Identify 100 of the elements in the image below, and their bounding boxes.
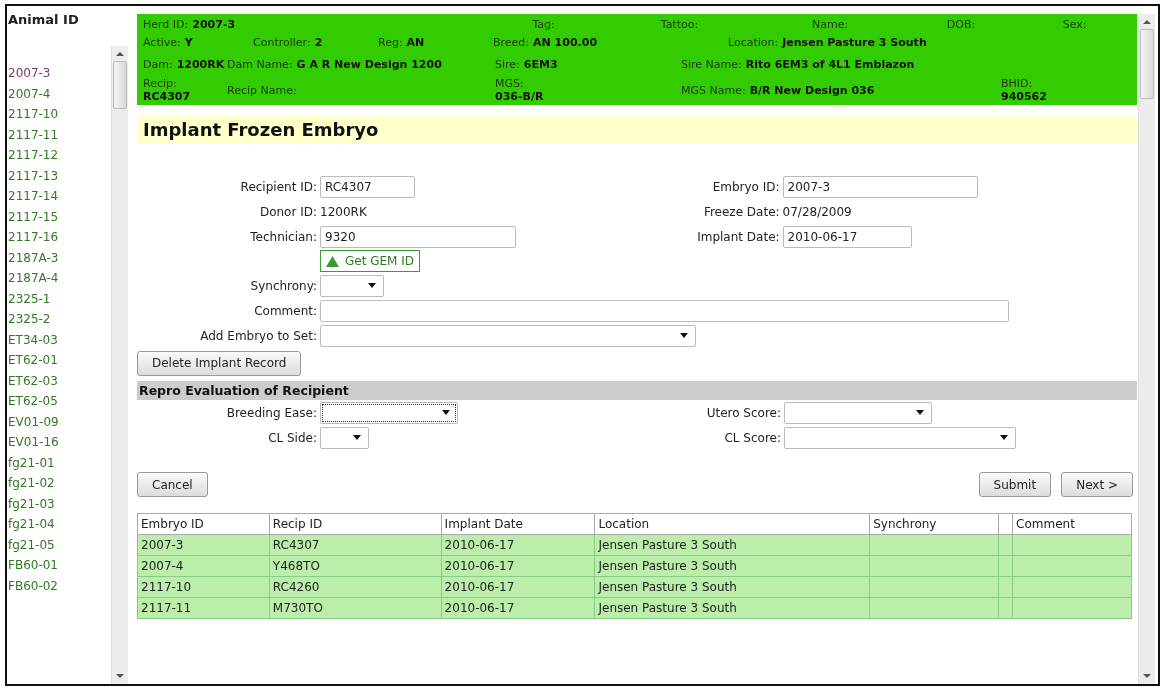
header-label: Controller: — [253, 35, 311, 49]
header-label: MGS: — [495, 77, 525, 90]
header-label: Herd ID: — [143, 18, 189, 31]
animal-id-link[interactable]: 2325-1 — [8, 291, 111, 312]
text-field[interactable]: RC4307 — [320, 175, 415, 198]
table-cell: 2117-10 — [137, 576, 270, 598]
header-value: Y — [184, 35, 193, 49]
animal-id-link[interactable]: fg21-03 — [8, 496, 111, 517]
column-header: Recip ID — [269, 513, 442, 535]
get-gem-id-button[interactable]: Get GEM ID — [320, 250, 421, 272]
header-value: Rito 6EM3 of 4L1 Emblazon — [745, 57, 915, 71]
animal-id-link[interactable]: 2117-16 — [8, 230, 111, 251]
animal-id-link[interactable]: 2117-13 — [8, 168, 111, 189]
header-label: Name: — [812, 18, 849, 31]
header-value: 2 — [314, 35, 323, 49]
text-field[interactable]: 2007-3 — [782, 175, 978, 198]
animal-id-link[interactable]: ET62-01 — [8, 353, 111, 374]
field-label: Synchrony: — [249, 278, 318, 293]
table-cell: Jensen Pasture 3 South — [594, 555, 870, 577]
animal-id-link[interactable]: EV01-09 — [8, 414, 111, 435]
field-label: Add Embryo to Set: — [199, 328, 318, 343]
animal-id-link[interactable]: fg21-02 — [8, 476, 111, 497]
animal-id-link[interactable]: 2117-15 — [8, 209, 111, 230]
table-cell: Jensen Pasture 3 South — [594, 534, 870, 556]
text-field[interactable] — [320, 299, 1009, 322]
header-value: 036-B/R — [495, 90, 545, 103]
header-value: B/R New Design 036 — [749, 83, 875, 97]
header-value: G A R New Design 1200 — [296, 57, 442, 71]
header-label: Dam: — [143, 57, 173, 71]
header-value: 1200RK — [176, 57, 225, 71]
header-label: BHID: — [1001, 77, 1034, 90]
animal-id-link[interactable]: fg21-05 — [8, 537, 111, 558]
field-label: CL Score: — [723, 430, 782, 445]
text-field[interactable]: 9320 — [320, 225, 516, 248]
field-label: Recipient ID: — [239, 179, 318, 194]
cancel-button[interactable]: Cancel — [137, 472, 208, 497]
header-label: Tattoo: — [660, 18, 699, 31]
next-button[interactable]: Next > — [1061, 472, 1133, 497]
field-label: Technician: — [249, 229, 318, 244]
field-label: CL Side: — [267, 430, 318, 445]
scrollbar[interactable] — [1138, 14, 1155, 684]
column-header: Comment — [1012, 513, 1132, 535]
animal-id-link[interactable]: 2325-2 — [8, 312, 111, 333]
caret-icon — [353, 435, 361, 440]
caret-icon — [916, 410, 924, 415]
caret-icon — [368, 283, 376, 288]
animal-id-link[interactable]: FB60-02 — [8, 578, 111, 599]
animal-id-link[interactable]: 2007-3 — [8, 66, 111, 87]
caret-icon — [442, 410, 450, 415]
header-label: Sire: — [495, 57, 520, 71]
animal-id-link[interactable]: ET62-05 — [8, 394, 111, 415]
field-label: Utero Score: — [705, 405, 782, 420]
header-label: Recip Name: — [227, 83, 297, 97]
header-label: Active: — [143, 35, 181, 49]
header-label: Location: — [728, 35, 779, 49]
animal-id-link[interactable]: fg21-04 — [8, 517, 111, 538]
delete-button[interactable]: Delete Implant Record — [137, 350, 302, 376]
field-label: Comment: — [253, 303, 318, 318]
field-label: Embryo ID: — [711, 179, 781, 194]
animal-id-link[interactable]: 2117-12 — [8, 148, 111, 169]
animal-id-link[interactable]: EV01-16 — [8, 435, 111, 456]
column-title: Animal ID — [8, 12, 80, 29]
animal-id-link[interactable]: 2007-4 — [8, 86, 111, 107]
table-cell: 2007-4 — [137, 555, 270, 577]
animal-id-link[interactable]: 2187A-4 — [8, 271, 111, 292]
triangle-icon — [326, 255, 339, 267]
header-value: Jensen Pasture 3 South — [782, 35, 927, 49]
header-label: Tag: — [532, 18, 555, 31]
caret-icon — [680, 333, 688, 338]
table-cell: 2007-3 — [137, 534, 270, 556]
scrollbar[interactable] — [111, 46, 128, 684]
field-label: Breeding Ease: — [225, 405, 318, 420]
column-header: Embryo ID — [137, 513, 270, 535]
dropdown[interactable] — [320, 401, 458, 424]
animal-id-link[interactable]: 2187A-3 — [8, 250, 111, 271]
page-title: Implant Frozen Embryo — [137, 115, 1137, 144]
column-header: Location — [594, 513, 870, 535]
submit-button[interactable]: Submit — [978, 472, 1052, 497]
field-value: 1200RK — [320, 204, 367, 219]
animal-id-link[interactable]: ET34-03 — [8, 332, 111, 353]
header-label: Sex: — [1062, 18, 1087, 31]
section-header: Repro Evaluation of Recipient — [137, 381, 1137, 400]
header-label: Dam Name: — [227, 57, 293, 71]
field-label: Implant Date: — [696, 229, 781, 244]
header-label: Breed: — [493, 35, 530, 49]
header-value: AN — [406, 35, 425, 49]
field-label: Freeze Date: — [702, 204, 781, 219]
header-label: Recip: — [143, 77, 178, 90]
header-label: Reg: — [378, 35, 403, 49]
animal-id-link[interactable]: ET62-03 — [8, 373, 111, 394]
text-field[interactable]: 2010-06-17 — [782, 225, 912, 248]
table-cell: 2117-11 — [137, 597, 270, 619]
animal-id-link[interactable]: FB60-01 — [8, 558, 111, 579]
animal-id-link[interactable]: 2117-14 — [8, 189, 111, 210]
header-value: 2007-3 — [192, 18, 236, 31]
animal-id-link[interactable]: fg21-01 — [8, 455, 111, 476]
column-header: Implant Date — [441, 513, 595, 535]
animal-id-link[interactable]: 2117-11 — [8, 127, 111, 148]
header-value: 6EM3 — [523, 57, 558, 71]
animal-id-link[interactable]: 2117-10 — [8, 107, 111, 128]
